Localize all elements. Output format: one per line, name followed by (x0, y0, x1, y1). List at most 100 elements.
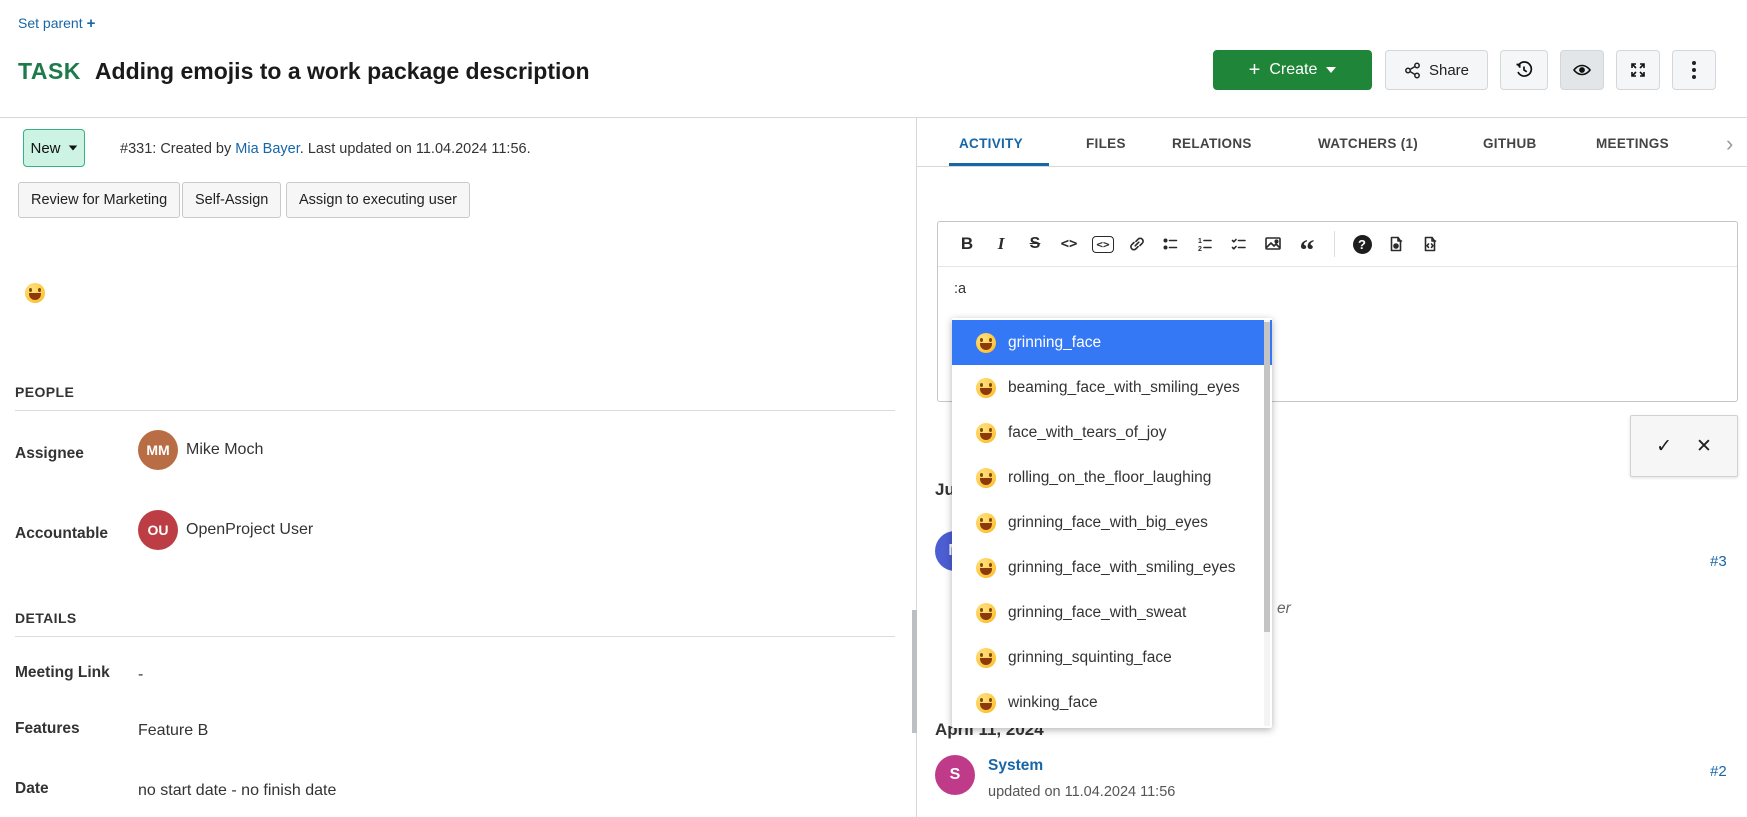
section-divider (15, 410, 895, 411)
status-dropdown[interactable]: New (23, 129, 85, 167)
create-button[interactable]: + Create (1213, 50, 1372, 90)
watch-button[interactable] (1560, 50, 1604, 90)
work-package-page: Set parent+ TASK Adding emojis to a work … (0, 0, 1747, 817)
help-icon[interactable]: ? (1347, 229, 1377, 259)
people-section-heading: PEOPLE (15, 384, 74, 400)
emoji-icon (976, 423, 996, 443)
cancel-close-icon[interactable]: ✕ (1696, 435, 1712, 458)
comment-text-fragment: er (1277, 600, 1291, 618)
emoji-icon (976, 378, 996, 398)
author-link[interactable]: Mia Bayer (235, 141, 299, 157)
assign-to-executing-user-button[interactable]: Assign to executing user (286, 182, 470, 218)
avatar: MM (138, 430, 178, 470)
emoji-option[interactable]: beaming_face_with_smiling_eyes (952, 365, 1272, 410)
tab-meetings[interactable]: MEETINGS (1596, 136, 1669, 151)
bulleted-list-icon[interactable] (1156, 229, 1186, 259)
todo-list-icon[interactable] (1224, 229, 1254, 259)
block-quote-icon[interactable]: “ (1292, 229, 1322, 259)
emoji-option[interactable]: grinning_face_with_sweat (952, 590, 1272, 635)
set-parent-link[interactable]: Set parent+ (18, 15, 95, 32)
emoji-option[interactable]: grinning_face_with_smiling_eyes (952, 545, 1272, 590)
emoji-icon (976, 693, 996, 713)
confirm-check-icon[interactable]: ✓ (1656, 435, 1672, 458)
plus-icon: + (1249, 59, 1261, 82)
emoji-option[interactable]: grinning_face (952, 320, 1272, 365)
strikethrough-icon[interactable]: S (1020, 229, 1050, 259)
toolbar-separator (1334, 231, 1335, 257)
emoji-autocomplete-dropdown: grinning_face beaming_face_with_smiling_… (952, 318, 1272, 728)
svg-text:1: 1 (1198, 238, 1202, 245)
avatar: S (935, 755, 975, 795)
preview-icon[interactable] (1381, 229, 1411, 259)
emoji-option[interactable]: face_with_tears_of_joy (952, 410, 1272, 455)
history-clock-icon (1514, 60, 1534, 80)
inline-code-icon[interactable]: <> (1054, 229, 1084, 259)
details-section-heading: DETAILS (15, 610, 77, 626)
comment-2-link[interactable]: #2 (1710, 763, 1727, 780)
emoji-icon (976, 333, 996, 353)
work-package-type: TASK (18, 58, 81, 84)
emoji-icon (976, 468, 996, 488)
review-for-marketing-button[interactable]: Review for Marketing (18, 182, 180, 218)
editor-confirm-box: ✓ ✕ (1630, 415, 1738, 477)
emoji-icon (976, 648, 996, 668)
assignee-label: Assignee (15, 445, 84, 463)
emoji-icon (976, 513, 996, 533)
title-row: TASK Adding emojis to a work package desc… (18, 58, 590, 85)
tab-activity[interactable]: ACTIVITY (959, 136, 1023, 151)
expand-icon (1629, 61, 1647, 79)
dropdown-scrollbar-thumb[interactable] (1264, 322, 1270, 632)
panel-scrollbar-thumb[interactable] (912, 610, 917, 733)
source-code-icon[interactable] (1415, 229, 1445, 259)
code-block-icon[interactable]: <> (1088, 229, 1118, 259)
accountable-label: Accountable (15, 525, 108, 543)
features-value[interactable]: Feature B (138, 722, 208, 740)
svg-text:2: 2 (1198, 246, 1202, 253)
description-emoji (25, 283, 45, 303)
system-author-link[interactable]: System (988, 757, 1043, 775)
status-label: New (30, 140, 60, 157)
assignee-name[interactable]: Mike Moch (186, 441, 263, 459)
tab-watchers[interactable]: WATCHERS (1) (1318, 136, 1418, 151)
link-icon[interactable] (1122, 229, 1152, 259)
share-nodes-icon (1404, 62, 1421, 79)
emoji-option[interactable]: grinning_squinting_face (952, 635, 1272, 680)
accountable-value[interactable]: OU OpenProject User (138, 510, 313, 550)
comment-3-link[interactable]: #3 (1710, 553, 1727, 570)
baseline-comparison-button[interactable] (1500, 50, 1548, 90)
eye-icon (1572, 60, 1592, 80)
emoji-option[interactable]: rolling_on_the_floor_laughing (952, 455, 1272, 500)
insert-image-icon[interactable] (1258, 229, 1288, 259)
accountable-name[interactable]: OpenProject User (186, 521, 313, 539)
bold-icon[interactable]: B (952, 229, 982, 259)
emoji-icon (976, 558, 996, 578)
tabs-divider (917, 166, 1747, 167)
create-button-label: Create (1269, 61, 1317, 79)
emoji-icon (976, 603, 996, 623)
chevron-down-icon (68, 145, 77, 150)
self-assign-button[interactable]: Self-Assign (182, 182, 281, 218)
meeting-link-value[interactable]: - (138, 666, 143, 684)
date-label: Date (15, 780, 49, 798)
tab-relations[interactable]: RELATIONS (1172, 136, 1252, 151)
share-button[interactable]: Share (1385, 50, 1488, 90)
header-divider (0, 117, 1747, 118)
system-updated-text: updated on 11.04.2024 11:56 (988, 784, 1175, 800)
emoji-option[interactable]: grinning_face_with_big_eyes (952, 500, 1272, 545)
kebab-icon (1692, 61, 1696, 79)
editor-toolbar: B I S <> <> 12 “ ? (938, 222, 1737, 267)
numbered-list-icon[interactable]: 12 (1190, 229, 1220, 259)
fullscreen-button[interactable] (1616, 50, 1660, 90)
date-value[interactable]: no start date - no finish date (138, 782, 336, 800)
page-title[interactable]: Adding emojis to a work package descript… (95, 58, 590, 84)
more-menu-button[interactable] (1672, 50, 1716, 90)
tabs-scroll-right-icon[interactable]: › (1726, 131, 1733, 157)
work-package-meta: #331: Created by Mia Bayer. Last updated… (120, 141, 531, 157)
assignee-value[interactable]: MM Mike Moch (138, 430, 263, 470)
italic-icon[interactable]: I (986, 229, 1016, 259)
tab-files[interactable]: FILES (1086, 136, 1126, 151)
section-divider (15, 636, 895, 637)
plus-icon: + (87, 15, 96, 32)
tab-github[interactable]: GITHUB (1483, 136, 1537, 151)
emoji-option[interactable]: winking_face (952, 680, 1272, 725)
